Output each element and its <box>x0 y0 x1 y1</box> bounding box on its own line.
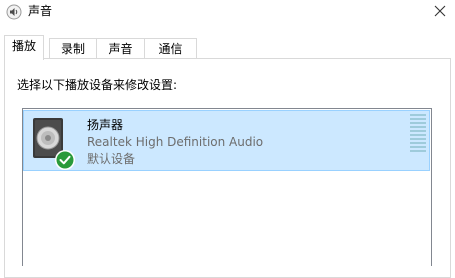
check-icon <box>55 150 75 170</box>
tab-recording[interactable]: 录制 <box>49 38 97 58</box>
close-icon <box>434 5 446 17</box>
window-title: 声音 <box>28 4 53 18</box>
device-driver: Realtek High Definition Audio <box>87 135 264 149</box>
tab-playback[interactable]: 播放 <box>4 35 44 60</box>
level-meter-segment <box>410 146 426 148</box>
device-name: 扬声器 <box>87 118 124 132</box>
level-meter-segment <box>410 142 426 144</box>
device-list-prompt: 选择以下播放设备来修改设置: <box>17 78 178 92</box>
tab-communications[interactable]: 通信 <box>144 38 197 58</box>
speaker-app-icon <box>6 4 22 20</box>
level-meter-segment <box>410 138 426 140</box>
device-status: 默认设备 <box>87 152 136 166</box>
level-meter-segment <box>410 122 426 124</box>
speaker-icon <box>30 116 76 172</box>
title-bar: 声音 <box>0 0 455 34</box>
level-meter-segment <box>410 150 426 152</box>
tab-sounds[interactable]: 声音 <box>96 38 145 58</box>
close-button[interactable] <box>429 0 451 22</box>
level-meter-segment <box>410 130 426 132</box>
level-meter-segment <box>410 134 426 136</box>
volume-level-meter <box>410 114 426 156</box>
tab-strip: 播放 录制 声音 通信 <box>4 35 455 60</box>
level-meter-segment <box>410 118 426 120</box>
level-meter-segment <box>410 126 426 128</box>
level-meter-segment <box>410 114 426 116</box>
